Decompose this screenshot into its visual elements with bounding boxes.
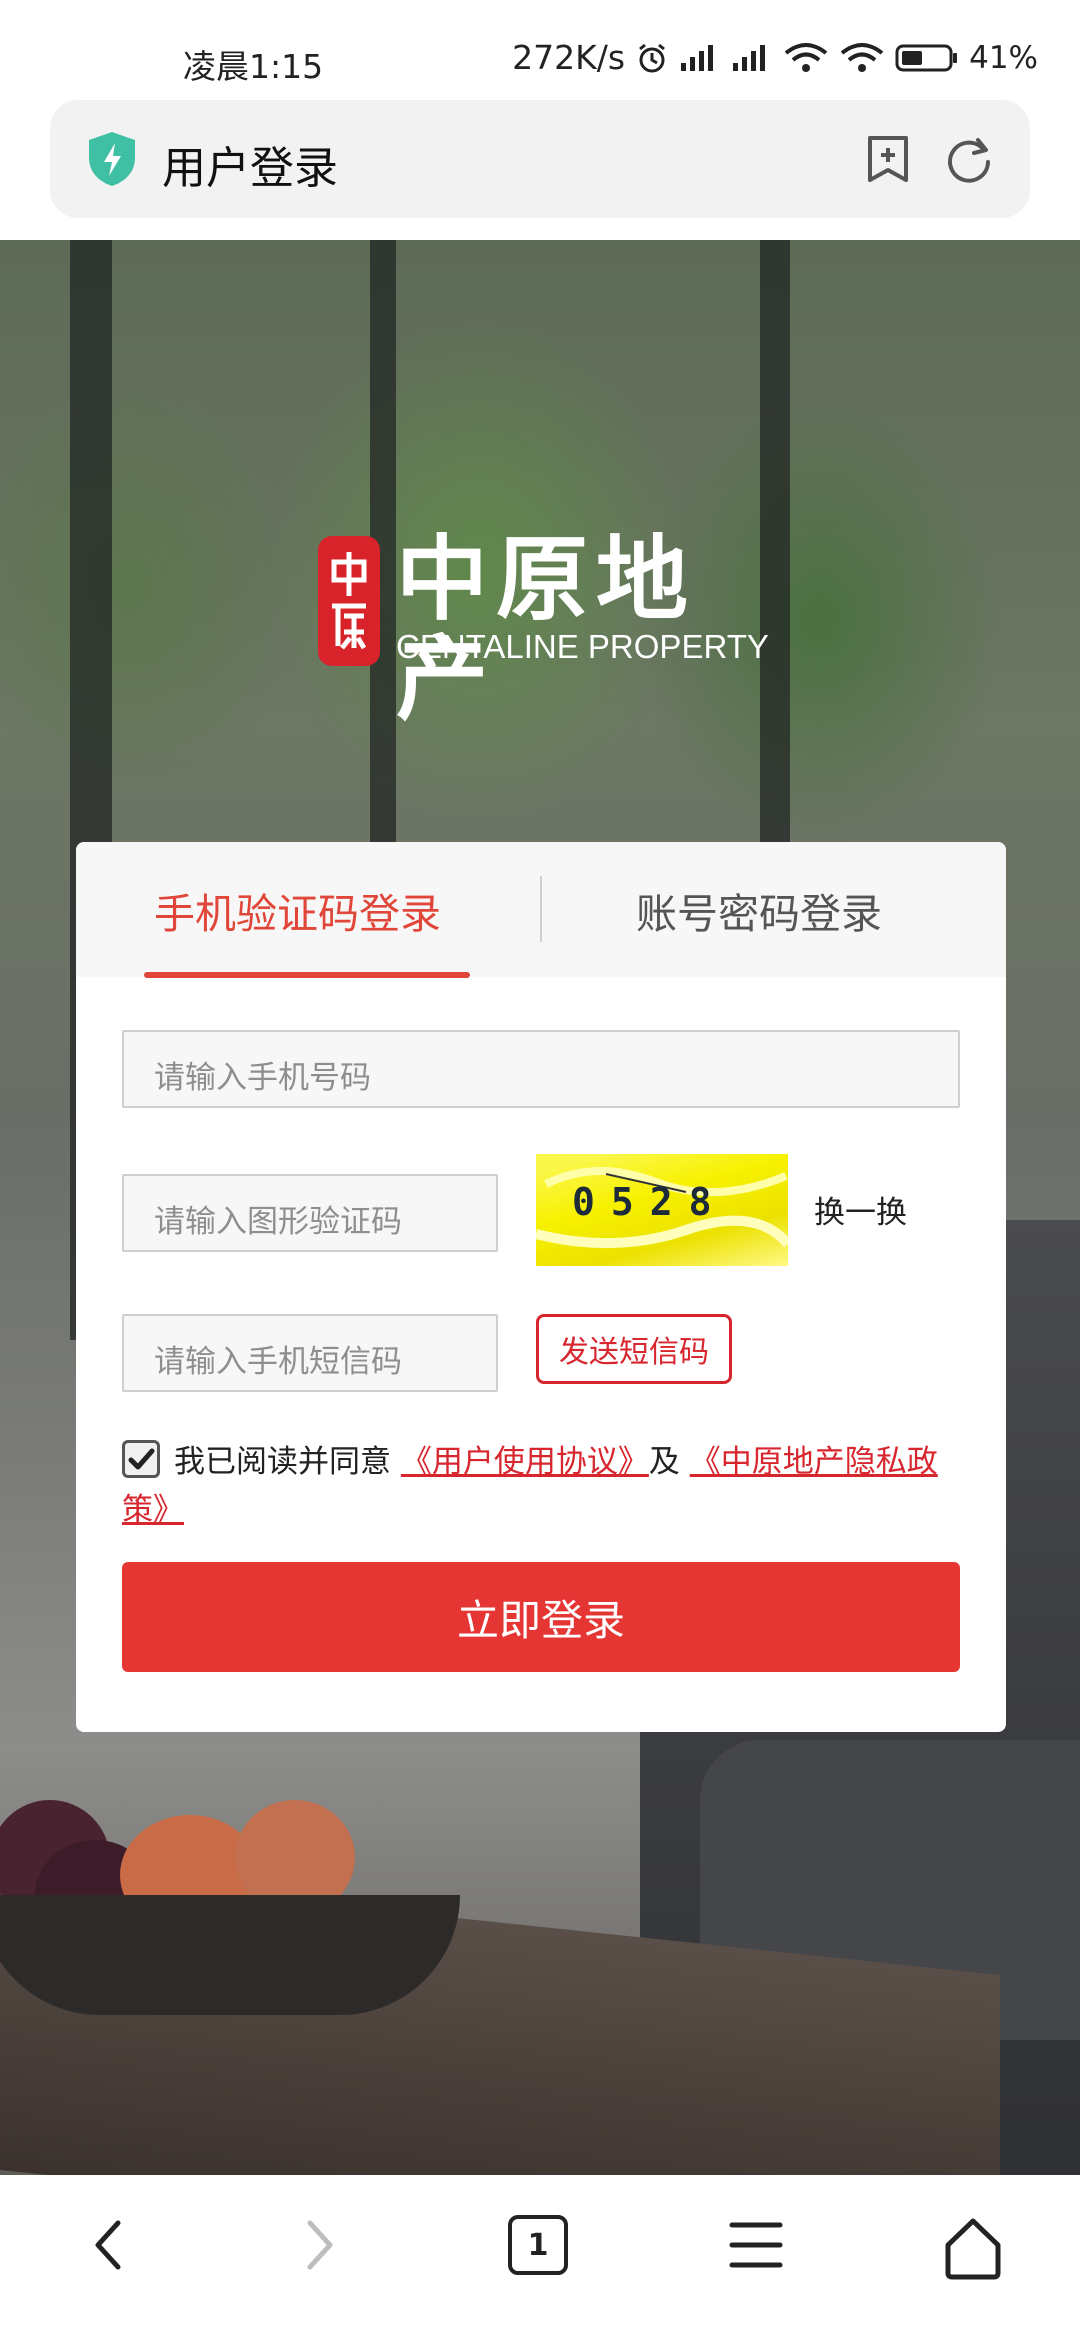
agree-checkbox[interactable] bbox=[122, 1440, 160, 1478]
fruit-bowl bbox=[0, 1895, 460, 2015]
network-speed: 272K/s bbox=[512, 38, 626, 77]
home-icon[interactable] bbox=[940, 2215, 1006, 2285]
send-sms-button[interactable]: 发送短信码 bbox=[536, 1314, 732, 1384]
login-button[interactable]: 立即登录 bbox=[122, 1562, 960, 1672]
menu-icon[interactable] bbox=[726, 2215, 786, 2279]
signal-icon bbox=[679, 43, 721, 73]
tab-count: 1 bbox=[508, 2215, 568, 2275]
agree-and-text: 及 bbox=[648, 1444, 680, 1480]
captcha-input[interactable]: 请输入图形验证码 bbox=[122, 1174, 498, 1252]
wifi-icon-2 bbox=[839, 42, 885, 74]
captcha-code: 0528 bbox=[572, 1180, 728, 1224]
sms-code-input[interactable]: 请输入手机短信码 bbox=[122, 1314, 498, 1392]
active-tab-indicator bbox=[144, 972, 470, 978]
shield-icon[interactable] bbox=[86, 130, 138, 192]
reload-icon[interactable] bbox=[944, 134, 994, 188]
logo-seal bbox=[318, 536, 380, 666]
user-agreement-link[interactable]: 《用户使用协议》 bbox=[401, 1444, 649, 1480]
brand-logo: 中原地产 CENTALINE PROPERTY bbox=[318, 530, 788, 730]
browser-bottom-nav: 1 bbox=[0, 2175, 1080, 2340]
agree-text: 我已阅读并同意 bbox=[174, 1444, 391, 1480]
status-time: 凌晨1:15 bbox=[183, 47, 324, 86]
status-bar: 凌晨1:15 272K/s 41% bbox=[0, 0, 1080, 100]
battery-icon bbox=[895, 43, 959, 73]
login-tabs: 手机验证码登录 账号密码登录 bbox=[76, 842, 1006, 978]
page-title[interactable]: 用户登录 bbox=[162, 132, 338, 196]
status-indicators: 272K/s 41% bbox=[512, 38, 1038, 77]
back-icon[interactable] bbox=[88, 2215, 128, 2279]
agreement-row: 我已阅读并同意 《用户使用协议》及 《中原地产隐私政策》 bbox=[122, 1438, 982, 1534]
alarm-icon bbox=[635, 41, 669, 75]
login-card: 手机验证码登录 账号密码登录 请输入手机号码 请输入图形验证码 0528 换一换… bbox=[76, 842, 1006, 1732]
brand-name-en: CENTALINE PROPERTY bbox=[396, 628, 769, 665]
battery-level: 41% bbox=[969, 39, 1038, 76]
page: 凌晨1:15 272K/s 41% 用户登录 中原地产 CENTALINE PR… bbox=[0, 0, 1080, 2340]
address-bar[interactable]: 用户登录 bbox=[50, 100, 1030, 218]
captcha-image[interactable]: 0528 bbox=[536, 1154, 788, 1266]
forward-icon[interactable] bbox=[300, 2215, 340, 2279]
tab-password-login[interactable]: 账号密码登录 bbox=[636, 880, 882, 940]
wifi-icon bbox=[783, 42, 829, 74]
tab-sms-login[interactable]: 手机验证码登录 bbox=[154, 880, 441, 940]
captcha-refresh-link[interactable]: 换一换 bbox=[814, 1187, 907, 1232]
phone-input[interactable]: 请输入手机号码 bbox=[122, 1030, 960, 1108]
bookmark-add-icon[interactable] bbox=[864, 134, 912, 188]
tab-divider bbox=[540, 876, 542, 942]
signal-hd-icon bbox=[731, 43, 773, 73]
